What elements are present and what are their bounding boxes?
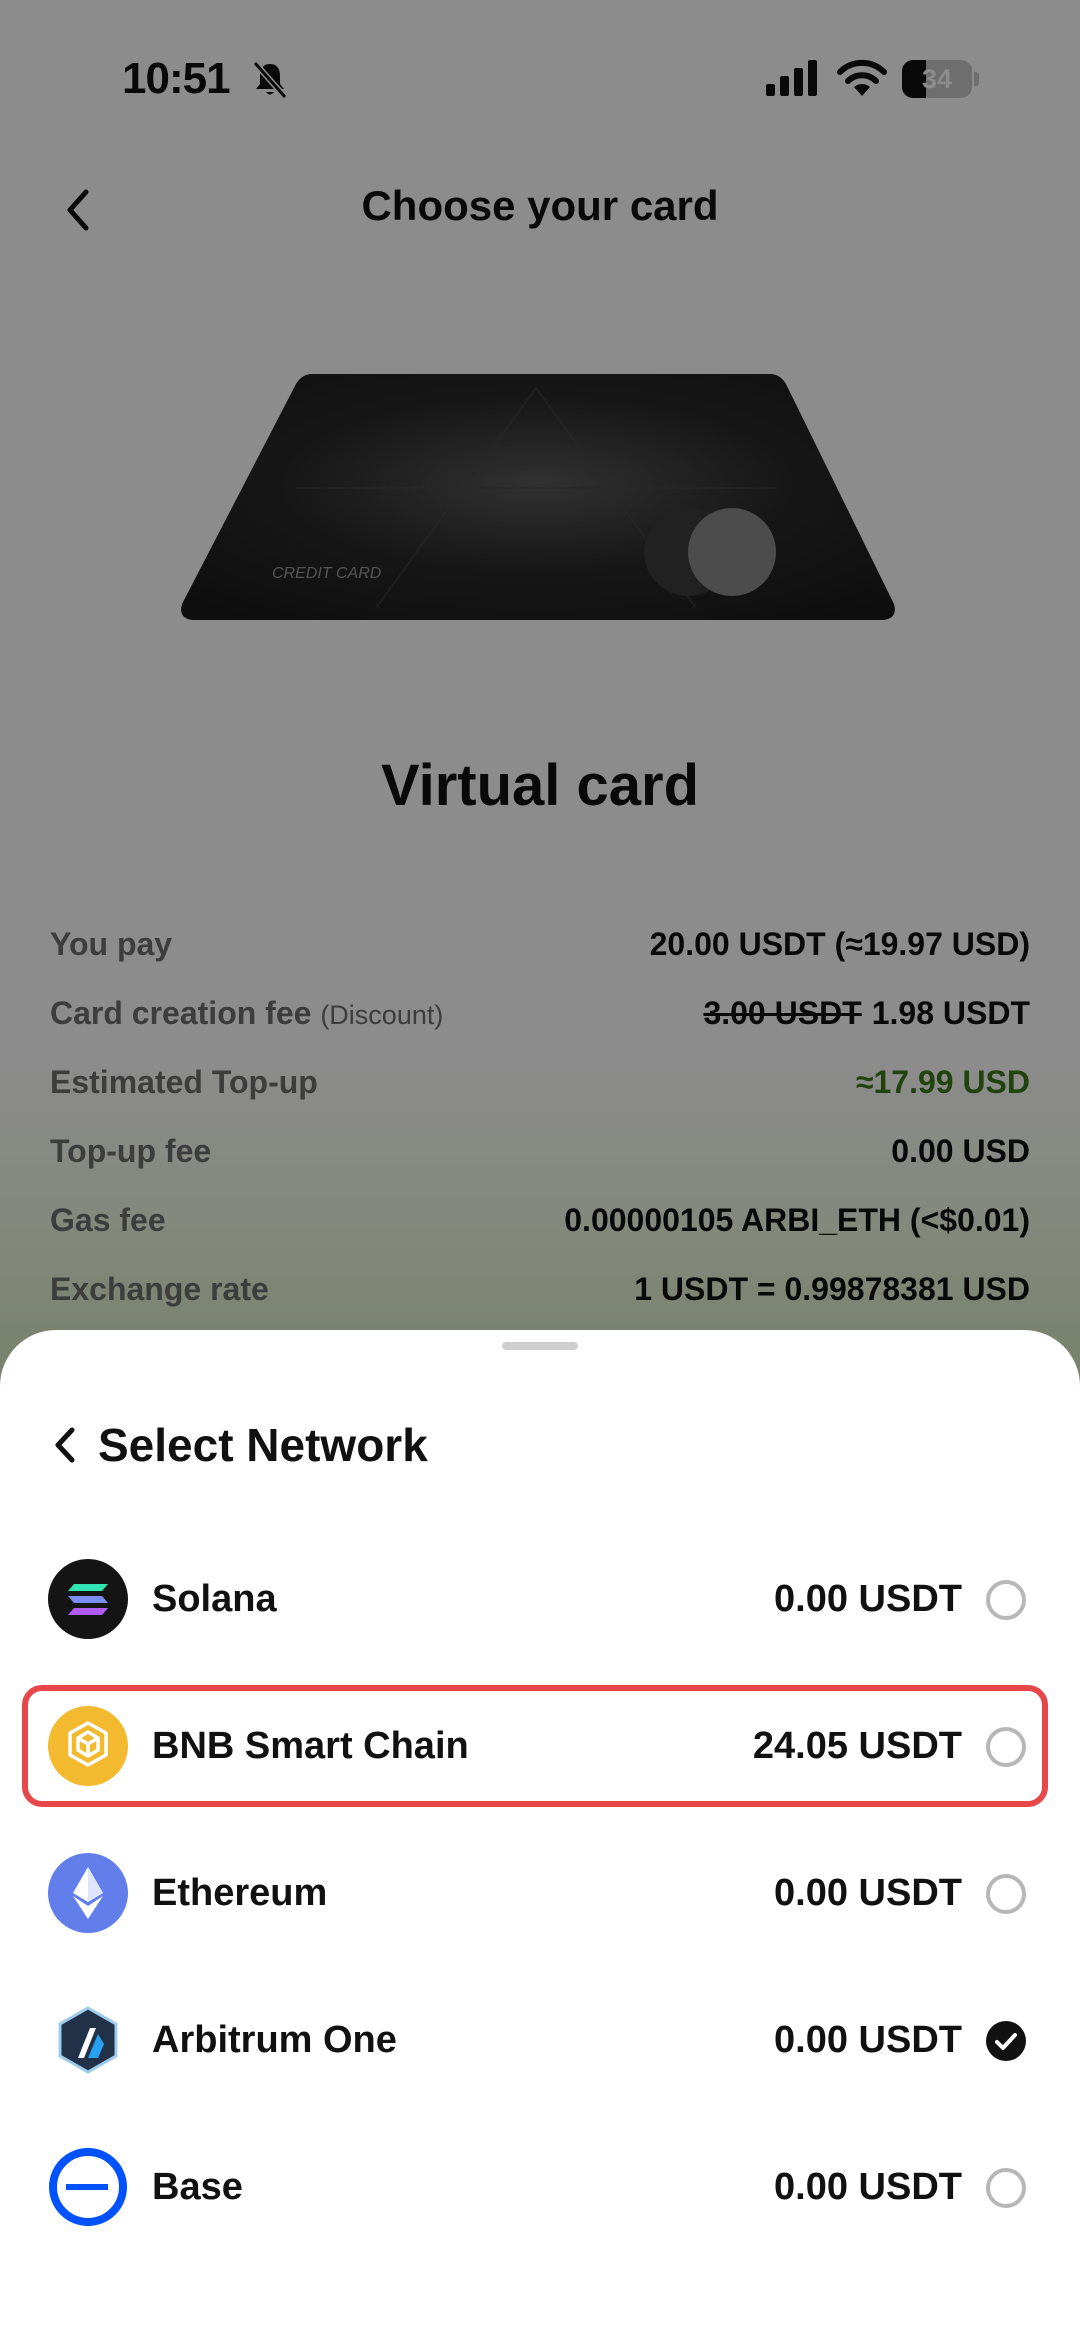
base-icon: [49, 2148, 127, 2226]
arbitrum-icon: [58, 2006, 118, 2074]
network-name: Base: [152, 2166, 243, 2208]
network-option-bnb-smart-chain[interactable]: BNB Smart Chain 24.05 USDT: [0, 1677, 1080, 1824]
network-option-solana[interactable]: Solana 0.00 USDT: [0, 1530, 1080, 1677]
radio-unselected[interactable]: [986, 1727, 1026, 1767]
checkmark-icon: [995, 2033, 1017, 2050]
radio-unselected[interactable]: [986, 1874, 1026, 1914]
select-network-sheet: Select Network Solana 0.00 USDT BNB Smar…: [0, 1330, 1080, 2346]
radio-selected[interactable]: [986, 2021, 1026, 2061]
sheet-header: Select Network: [0, 1396, 1080, 1492]
network-name: Solana: [152, 1578, 277, 1620]
bnb-icon: [48, 1706, 128, 1786]
network-balance: 0.00 USDT: [774, 2166, 962, 2208]
ethereum-icon: [48, 1853, 128, 1933]
network-name: Arbitrum One: [152, 2019, 397, 2061]
network-name: BNB Smart Chain: [152, 1725, 469, 1767]
sheet-back-icon[interactable]: [42, 1420, 88, 1470]
radio-unselected[interactable]: [986, 1580, 1026, 1620]
network-balance: 24.05 USDT: [752, 1725, 962, 1767]
network-name: Ethereum: [152, 1872, 328, 1914]
network-balance: 0.00 USDT: [774, 2019, 962, 2061]
network-option-ethereum[interactable]: Ethereum 0.00 USDT: [0, 1824, 1080, 1971]
network-option-base[interactable]: Base 0.00 USDT: [0, 2118, 1080, 2265]
radio-unselected[interactable]: [986, 2168, 1026, 2208]
network-option-arbitrum-one[interactable]: Arbitrum One 0.00 USDT: [0, 1971, 1080, 2118]
sheet-title: Select Network: [98, 1419, 428, 1471]
drag-handle[interactable]: [502, 1342, 578, 1350]
network-balance: 0.00 USDT: [774, 1578, 962, 1620]
network-list: Solana 0.00 USDT BNB Smart Chain 24.05 U…: [0, 1530, 1080, 2265]
network-balance: 0.00 USDT: [774, 1872, 962, 1914]
solana-icon: [48, 1559, 128, 1639]
